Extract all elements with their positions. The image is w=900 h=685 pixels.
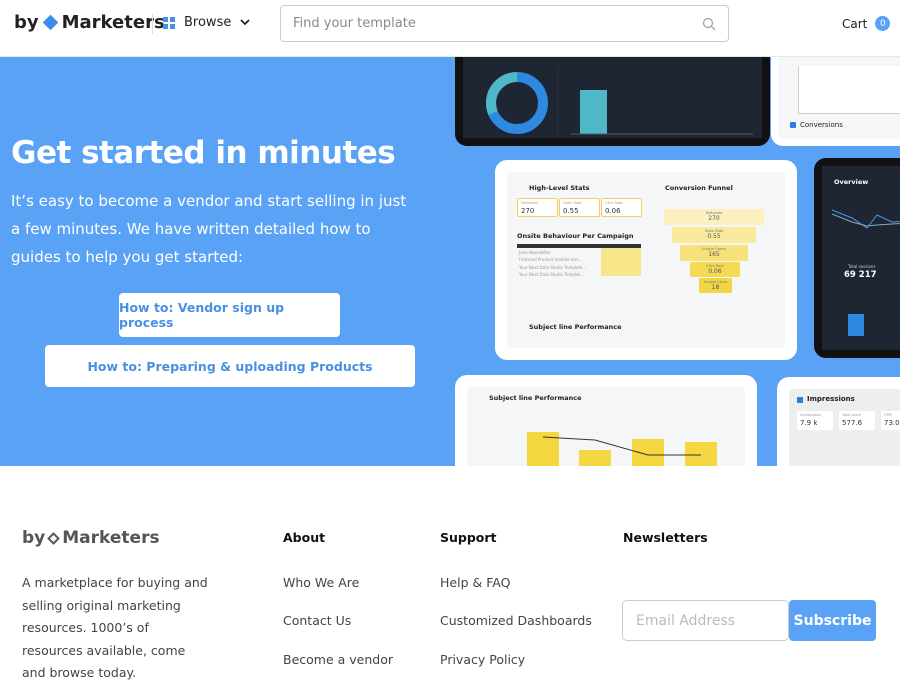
brand-logo[interactable]: by Marketers [14, 12, 165, 33]
browse-label: Browse [184, 15, 232, 30]
dashboard-preview-email-stats: High-Level Stats Delivered 270 Open Rate 0… [495, 160, 797, 360]
dashboard-preview-subject-line: Subject line Performance [455, 375, 757, 466]
grid-icon [163, 16, 175, 29]
footer-link-customized-dashboards[interactable]: Customized Dashboards [440, 613, 592, 628]
subscribe-button[interactable]: Subscribe [789, 600, 876, 641]
footer-support-heading: Support [440, 530, 497, 545]
sessions-value: 69 217 [844, 270, 877, 280]
search-input[interactable] [293, 16, 702, 31]
dashboard-preview-conversions: Conversions [771, 57, 900, 146]
footer-newsletter-heading: Newsletters [623, 530, 708, 545]
stat-delivered: Delivered 270 [517, 198, 558, 217]
stats-title: High-Level Stats [529, 184, 590, 192]
onsite-title: Onsite Behaviour Per Campaign [517, 232, 634, 240]
diamond-icon [42, 14, 58, 31]
newsletter-email-input[interactable] [622, 600, 789, 641]
footer-link-privacy-policy[interactable]: Privacy Policy [440, 652, 525, 667]
impressions-title: Impressions [807, 395, 855, 403]
subject-line-title: Subject line Performance [529, 323, 622, 331]
search-icon[interactable] [702, 17, 716, 31]
browse-menu[interactable]: Browse [163, 15, 250, 30]
footer-link-become-vendor[interactable]: Become a vendor [283, 652, 393, 667]
top-nav: by Marketers Browse Cart 0 [0, 0, 900, 57]
subject-line-chart-graphic [527, 432, 717, 466]
hero-title: Get started in minutes [11, 135, 396, 171]
footer-brand-by: by [22, 528, 46, 548]
overview-title: Overview [834, 178, 869, 186]
brand-name: Marketers [61, 12, 165, 33]
search-box [280, 5, 729, 42]
dashboard-preview-overview: Overview Total sessions 69 217 [814, 158, 900, 358]
footer-link-who-we-are[interactable]: Who We Are [283, 575, 359, 590]
diamond-outline-icon [47, 531, 61, 545]
conversions-icon [790, 122, 796, 128]
uploading-products-guide-button[interactable]: How to: Preparing & uploading Products [45, 345, 415, 387]
dashboard-preview-traffic [455, 57, 770, 146]
overview-line-graphic [832, 209, 900, 229]
vendor-signup-guide-button[interactable]: How to: Vendor sign up process [119, 293, 340, 337]
cart-button[interactable]: Cart 0 [842, 16, 891, 31]
chevron-down-icon [240, 19, 250, 26]
divider [152, 14, 153, 34]
stat-click-rate: Click Rate 0.06 [601, 198, 642, 217]
footer-description: A marketplace for buying and selling ori… [22, 575, 208, 680]
subject-line-title: Subject line Performance [489, 394, 582, 402]
footer-logo[interactable]: by Marketers [22, 528, 160, 548]
footer-link-help-faq[interactable]: Help & FAQ [440, 575, 510, 590]
hero-lead: It’s easy to become a vendor and start s… [11, 192, 407, 266]
funnel-title: Conversion Funnel [665, 184, 733, 192]
cart-label: Cart [842, 16, 868, 31]
stat-open-rate: Open Rate 0.55 [559, 198, 600, 217]
impressions-icon [797, 397, 803, 403]
conversions-title: Conversions [800, 121, 843, 129]
footer-link-contact-us[interactable]: Contact Us [283, 613, 351, 628]
hero-section: Get started in minutes It’s easy to beco… [0, 57, 900, 466]
footer-about-heading: About [283, 530, 326, 545]
brand-by: by [14, 12, 39, 33]
cart-count-badge: 0 [875, 16, 891, 31]
footer-brand-name: Marketers [62, 528, 160, 548]
dashboard-preview-impressions: Impressions Impressions 7.9 k Total spent… [777, 377, 900, 466]
traffic-chart-graphic [486, 65, 753, 138]
